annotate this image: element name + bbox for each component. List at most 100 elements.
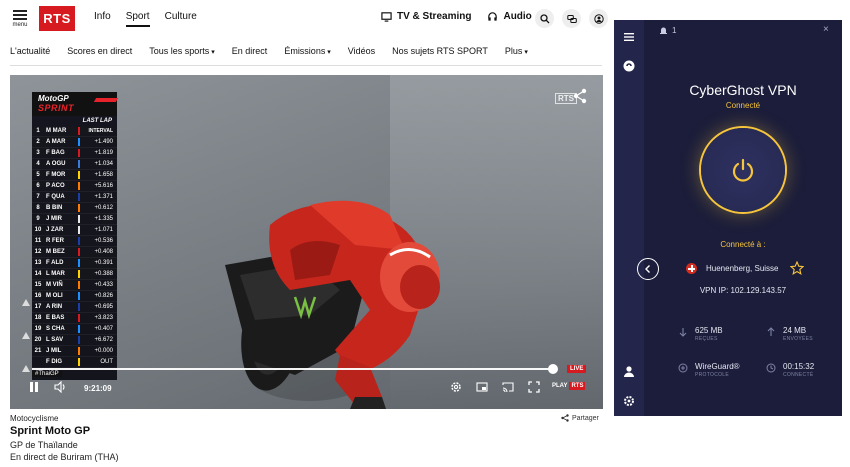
protocol-icon — [678, 363, 688, 373]
cg-back-button[interactable] — [637, 258, 659, 280]
settings-button[interactable] — [450, 381, 462, 393]
team-color-bar — [78, 237, 80, 245]
language-button[interactable] — [562, 9, 581, 28]
tower-row: 2 A MAR +1.490 — [32, 137, 117, 148]
chevron-left-icon — [645, 265, 650, 273]
rider-name: J ZAR — [46, 227, 64, 233]
team-color-bar — [78, 303, 80, 311]
bell-icon — [660, 27, 667, 34]
share-link[interactable]: Partager — [561, 414, 599, 422]
menu-button[interactable]: menu — [10, 8, 30, 28]
pip-button[interactable] — [476, 381, 488, 393]
rider-gap: +1.335 — [94, 216, 113, 222]
current-time: 9:21:09 — [84, 384, 112, 393]
play-rts-brand[interactable]: PLAY RTS — [552, 382, 586, 390]
account-button[interactable] — [589, 9, 608, 28]
rider-position: 9 — [36, 216, 40, 222]
nav-culture[interactable]: Culture — [165, 11, 197, 27]
cyberghost-window: 1 × CyberGhost VPN Connecté Connecté à :… — [614, 20, 842, 416]
swiss-flag-icon — [686, 263, 697, 274]
tower-row: 3 F BAG +1.819 — [32, 148, 117, 159]
pause-button[interactable] — [28, 381, 40, 393]
sub-nav-videos[interactable]: Vidéos — [348, 46, 375, 56]
volume-icon — [54, 381, 65, 393]
team-color-bar — [78, 127, 80, 135]
rider-gap: +0.391 — [94, 260, 113, 266]
nav-info[interactable]: Info — [94, 11, 111, 27]
sub-nav-nos-sujets[interactable]: Nos sujets RTS SPORT — [392, 46, 488, 56]
audio-link[interactable]: Audio — [487, 11, 532, 22]
cg-stat-sent: 24 MB ENVOYÉES — [766, 326, 813, 342]
rider-gap: +1.658 — [94, 172, 113, 178]
volume-button[interactable] — [54, 381, 66, 393]
cast-button[interactable] — [502, 381, 514, 393]
tower-row: 20 L SAV +6.672 — [32, 335, 117, 346]
rider-name: F ALD — [46, 260, 64, 266]
rider-position: 18 — [34, 315, 42, 321]
fullscreen-button[interactable] — [528, 381, 540, 393]
warning-icon — [22, 293, 30, 306]
sub-nav-actualite[interactable]: L'actualité — [10, 46, 50, 56]
tower-row: 8 B BIN +0.612 — [32, 203, 117, 214]
sent-label: ENVOYÉES — [783, 336, 813, 342]
cg-menu-button[interactable] — [623, 30, 635, 42]
share-label: Partager — [572, 414, 599, 422]
rider-position: 8 — [36, 205, 40, 211]
team-color-bar — [78, 281, 80, 289]
rider-name: F DIG — [46, 359, 62, 365]
protocol-value: WireGuard® — [695, 362, 740, 371]
team-color-bar — [78, 259, 80, 267]
cg-logo-button[interactable] — [623, 59, 635, 72]
duration-value: 00:15:32 — [783, 362, 815, 371]
rider-position: 12 — [34, 249, 42, 255]
search-button[interactable] — [535, 9, 554, 28]
rider-name: M OLI — [46, 293, 63, 299]
rider-name: L SAV — [46, 337, 64, 343]
rider-gap: +0.000 — [94, 348, 113, 354]
rider-gap: +6.672 — [94, 337, 113, 343]
rider-name: M BEZ — [46, 249, 65, 255]
sub-nav-plus[interactable]: Plus — [505, 46, 528, 56]
tower-row: 15 M VIÑ +0.433 — [32, 280, 117, 291]
cg-stat-duration: 00:15:32 CONNECTÉ — [766, 362, 814, 378]
received-value: 625 MB — [695, 326, 723, 335]
main-nav: Info Sport Culture — [94, 11, 197, 27]
event-title: Sprint Moto GP — [10, 425, 91, 437]
rider-name: A RIN — [46, 304, 63, 310]
sport-category[interactable]: Motocyclisme — [10, 414, 58, 423]
tv-icon — [381, 12, 392, 22]
cg-close-button[interactable]: × — [823, 24, 829, 35]
tv-streaming-link[interactable]: TV & Streaming — [381, 11, 471, 22]
rider-name: A OGU — [46, 161, 66, 167]
share-icon[interactable] — [573, 88, 587, 104]
sub-nav-tous-sports[interactable]: Tous les sports — [149, 46, 215, 56]
cg-location[interactable]: Huenenberg, Suisse — [686, 263, 779, 274]
cg-location-name: Huenenberg, Suisse — [706, 264, 779, 273]
progress-bar[interactable] — [32, 368, 554, 370]
rider-gap: +0.408 — [94, 249, 113, 255]
play-label: PLAY — [552, 383, 568, 389]
cg-power-button[interactable] — [699, 126, 787, 214]
cg-connected-to-label: Connecté à : — [720, 240, 766, 249]
cast-icon — [502, 382, 514, 393]
cg-settings-button[interactable] — [623, 394, 635, 406]
sub-nav-scores[interactable]: Scores en direct — [67, 46, 132, 56]
rider-position: 5 — [36, 172, 40, 178]
rider-position: 20 — [34, 337, 42, 343]
rts-logo[interactable]: RTS — [39, 6, 75, 31]
team-color-bar — [78, 160, 80, 168]
cg-notifications[interactable]: 1 — [659, 26, 676, 35]
sub-nav-en-direct[interactable]: En direct — [232, 46, 268, 56]
rider-position: 16 — [34, 293, 42, 299]
sub-nav-emissions[interactable]: Émissions — [284, 46, 330, 56]
cg-favorite-button[interactable] — [789, 260, 805, 275]
live-badge[interactable]: LIVE — [567, 365, 587, 373]
cg-account-button[interactable] — [623, 364, 635, 377]
rider-gap: +0.407 — [94, 326, 113, 332]
video-player[interactable]: RTS MotoGP SPRINT LAST LAP 1 M MAR INTERVA… — [10, 75, 603, 409]
nav-sport[interactable]: Sport — [125, 11, 150, 27]
rider-name: L MAR — [46, 271, 65, 277]
rider-name: S CHA — [46, 326, 65, 332]
rider-gap: +0.695 — [94, 304, 113, 310]
progress-handle[interactable] — [548, 364, 558, 374]
